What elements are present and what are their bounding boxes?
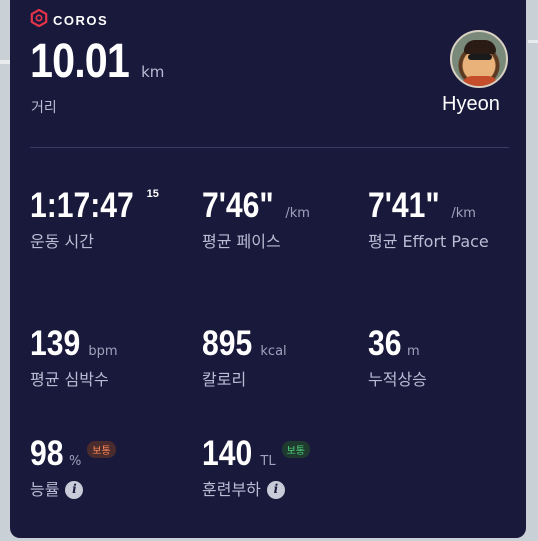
status-badge: 보통 [281,441,310,458]
info-icon[interactable]: i [65,480,84,499]
stat-label: 능률 [30,480,60,499]
stat-label: 칼로리 [202,370,247,389]
distance-value: 10.01 km [30,38,164,86]
stat-avg-pace: 7'46" /km 평균 페이스 [202,188,310,255]
stat-value: 7'46" [202,186,274,225]
stat-training-load: 140 TL 보통 훈련부하 i [202,436,310,503]
stat-label: 누적상승 [368,370,427,389]
distance-unit: km [141,63,165,81]
stat-label: 평균 Effort Pace [368,232,489,251]
brand-name: COROS [53,12,109,28]
stat-label: 평균 심박수 [30,370,109,389]
stat-unit: /km [451,206,476,221]
stat-efficiency: 98 % 보통 능률 i [30,436,116,503]
stat-label: 훈련부하 [202,480,261,499]
stat-unit: m [406,344,420,359]
stat-unit: % [68,454,82,469]
stat-unit: TL [260,454,276,469]
stat-unit: kcal [260,344,287,359]
divider [30,147,509,148]
stat-value: 140 [202,434,253,473]
stat-value: 7'41" [368,186,440,225]
distance-number: 10.01 [30,35,130,88]
stat-calories: 895 kcal 칼로리 [202,326,287,393]
stat-duration: 1:17:47 15 운동 시간 [30,188,159,255]
stat-value: 139 [30,324,81,363]
activity-summary-card: COROS 10.01 km 거리 Hyeon 1:17:47 15 운동 시간… [10,0,526,538]
stat-sup: 15 [146,188,159,200]
stat-avg-heart-rate: 139 bpm 평균 심박수 [30,326,118,393]
stat-unit: /km [285,206,310,221]
distance-label: 거리 [31,100,57,116]
stat-label: 평균 페이스 [202,232,281,251]
stat-value: 1:17:47 [30,186,134,225]
stat-value: 36 [368,324,402,363]
stat-elevation-gain: 36 m 누적상승 [368,326,427,393]
brand-logo: COROS [30,8,109,31]
coros-logo-icon [30,8,48,31]
stat-value: 98 [30,434,64,473]
stat-unit: bpm [88,344,118,359]
avatar[interactable] [450,30,508,88]
info-icon[interactable]: i [266,480,285,499]
status-badge: 보통 [87,441,116,458]
stat-label: 운동 시간 [30,232,94,251]
stat-avg-effort-pace: 7'41" /km 평균 Effort Pace [368,188,518,255]
stat-value: 895 [202,324,253,363]
user-name: Hyeon [442,93,500,115]
